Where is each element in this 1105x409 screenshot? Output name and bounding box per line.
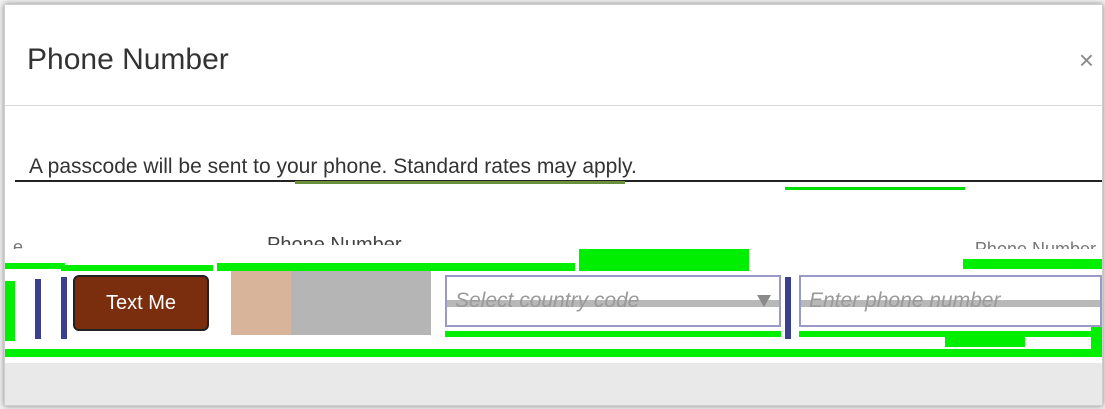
glitch-stripe bbox=[785, 187, 965, 190]
dialog-footer bbox=[5, 363, 1102, 405]
phone-number-label: Phone Number bbox=[267, 234, 402, 245]
glitch-block bbox=[5, 263, 65, 269]
phone-number-label-fragment: Phone Number bbox=[974, 239, 1096, 249]
glitch-stripe bbox=[295, 181, 625, 184]
chevron-down-icon[interactable] bbox=[757, 295, 771, 307]
passcode-notice: A passcode will be sent to your phone. S… bbox=[29, 155, 637, 178]
glitch-block bbox=[5, 281, 15, 341]
glitch-block bbox=[61, 265, 213, 271]
glitch-block bbox=[5, 349, 1102, 357]
glitch-block bbox=[579, 249, 749, 271]
glitch-block bbox=[217, 263, 437, 271]
phone-number-input[interactable]: Enter phone number bbox=[799, 275, 1102, 327]
glitch-block bbox=[963, 259, 1102, 269]
country-code-select[interactable]: Select country code bbox=[445, 275, 781, 327]
country-code-placeholder: Select country code bbox=[455, 289, 640, 312]
glitch-block bbox=[945, 335, 1025, 347]
text-me-button[interactable]: Text Me bbox=[73, 275, 209, 331]
glitch-block bbox=[61, 277, 67, 339]
label-fragment: e. bbox=[13, 237, 29, 249]
glitch-block bbox=[785, 277, 791, 339]
glitch-block bbox=[445, 331, 781, 337]
dialog-title: Phone Number bbox=[27, 43, 229, 76]
swatch-block bbox=[231, 271, 291, 335]
phone-number-placeholder: Enter phone number bbox=[809, 289, 1001, 312]
phone-number-dialog: Phone Number × A passcode will be sent t… bbox=[4, 4, 1103, 406]
glitch-block bbox=[35, 279, 41, 339]
glitch-block bbox=[435, 263, 575, 271]
close-icon[interactable]: × bbox=[1079, 45, 1094, 76]
swatch-block bbox=[291, 271, 431, 335]
dialog-header: Phone Number × bbox=[5, 5, 1102, 106]
